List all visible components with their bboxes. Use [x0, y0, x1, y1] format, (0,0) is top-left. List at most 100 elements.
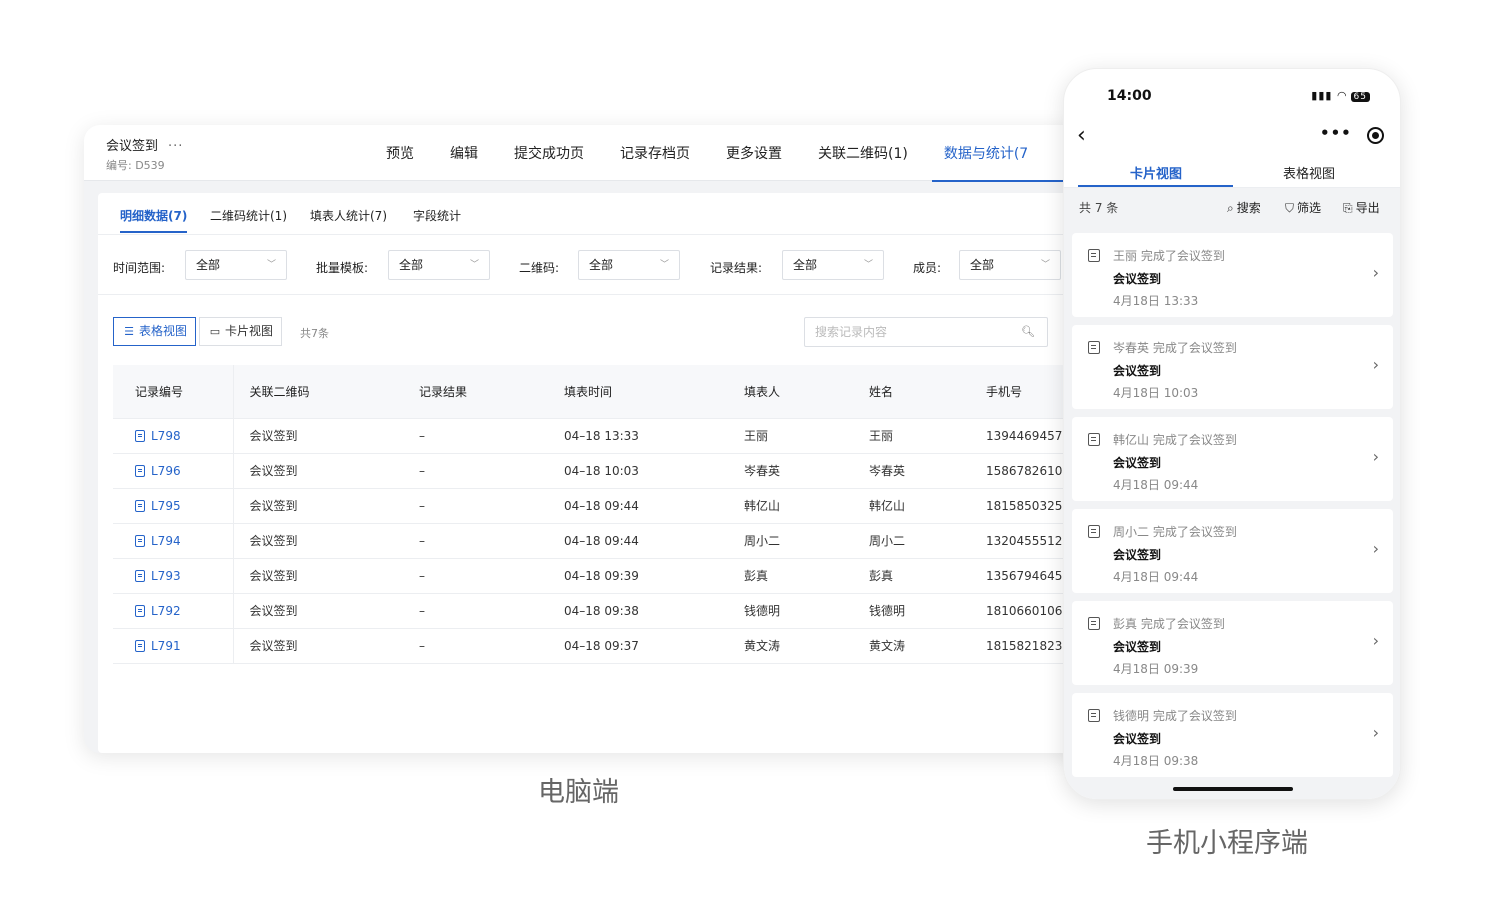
nav-preview[interactable]: 预览 [386, 125, 414, 181]
record-doc-icon [135, 639, 145, 652]
status-icons: ▮▮▮ ◠ 65 [1311, 89, 1370, 102]
search-input[interactable]: 搜索记录内容 🔍︎ [804, 317, 1048, 347]
filter-action[interactable]: ⛉ 筛选 [1285, 199, 1321, 216]
card-title: 岑春英 完成了会议签到 [1113, 341, 1237, 355]
subtab-filler-stats[interactable]: 填表人统计(7) [310, 207, 387, 224]
col-filler[interactable]: 填表人 [728, 365, 853, 419]
table-row[interactable]: L794 会议签到 – 04–18 09:44 周小二 周小二 13204555… [113, 523, 1070, 559]
cell-time: 04–18 09:44 [548, 488, 728, 524]
record-link[interactable]: L795 [113, 488, 234, 524]
cell-filler: 黄文涛 [728, 628, 853, 664]
card-title: 周小二 完成了会议签到 [1113, 525, 1237, 539]
col-linked-qrcode[interactable]: 关联二维码 [233, 365, 403, 419]
table-row[interactable]: L793 会议签到 – 04–18 09:39 彭真 彭真 1356794645… [113, 558, 1070, 594]
record-doc-icon [135, 429, 145, 442]
card-title: 钱德明 完成了会议签到 [1113, 709, 1237, 723]
cell-phone: 15867826100 [970, 453, 1070, 489]
search-action[interactable]: ⌕ 搜索 [1227, 199, 1261, 216]
record-link[interactable]: L791 [113, 628, 234, 664]
cell-result: – [403, 628, 548, 664]
filter-select-qrcode[interactable]: 全部 ﹀ [578, 250, 680, 280]
filter-select-template[interactable]: 全部 ﹀ [388, 250, 490, 280]
filter-select-result[interactable]: 全部 ﹀ [782, 250, 884, 280]
cell-time: 04–18 10:03 [548, 453, 728, 489]
record-link[interactable]: L793 [113, 558, 234, 594]
col-phone[interactable]: 手机号 [970, 365, 1070, 419]
nav-success-page[interactable]: 提交成功页 [514, 125, 584, 181]
form-code: 编号: D539 [106, 159, 165, 172]
chevron-right-icon: › [1372, 355, 1379, 374]
card-form: 会议签到 [1113, 272, 1162, 286]
table-header-row: 记录编号 关联二维码 记录结果 填表时间 填表人 姓名 手机号 [113, 365, 1070, 419]
card-date: 4月18日 10:03 [1113, 386, 1199, 400]
col-record-no[interactable]: 记录编号 [113, 365, 234, 419]
col-name[interactable]: 姓名 [853, 365, 970, 419]
cell-phone: 13944694572 [970, 418, 1070, 454]
cell-name: 韩亿山 [853, 488, 970, 524]
subtab-field-stats[interactable]: 字段统计 [413, 207, 461, 224]
more-icon[interactable]: ••• [1320, 124, 1352, 142]
card-date: 4月18日 09:38 [1113, 754, 1199, 768]
more-icon[interactable]: ··· [168, 139, 183, 154]
search-icon: ⌕ [1227, 201, 1234, 215]
phone-frame: 14:00 ▮▮▮ ◠ 65 ‹ ••• 卡片视图 表格视图 共 7 条 ⌕ 搜索 … [1063, 68, 1401, 800]
nav-edit[interactable]: 编辑 [450, 125, 478, 181]
data-panel: 明细数据(7) 二维码统计(1) 填表人统计(7) 字段统计 时间范围: 全部 ﹀… [98, 193, 1084, 753]
table-row[interactable]: L796 会议签到 – 04–18 10:03 岑春英 岑春英 15867826… [113, 453, 1070, 489]
card-view-button[interactable]: ▭ 卡片视图 [199, 317, 283, 346]
record-total: 共7条 [300, 327, 329, 340]
close-target-icon[interactable] [1367, 127, 1384, 144]
wifi-icon: ◠ [1336, 89, 1348, 102]
nav-data-stats[interactable]: 数据与统计(7 [931, 125, 1069, 182]
nav-more-settings[interactable]: 更多设置 [726, 125, 782, 181]
filter-label-template: 批量模板: [316, 261, 369, 275]
table-row[interactable]: L791 会议签到 – 04–18 09:37 黄文涛 黄文涛 18158218… [113, 628, 1070, 664]
record-card[interactable]: 王丽 完成了会议签到 会议签到 4月18日 13:33 › [1072, 233, 1393, 317]
cell-filler: 彭真 [728, 558, 853, 594]
table-row[interactable]: L798 会议签到 – 04–18 13:33 王丽 王丽 1394469457… [113, 418, 1070, 454]
chevron-right-icon: › [1372, 723, 1379, 742]
cell-result: – [403, 418, 548, 454]
cell-time: 04–18 09:38 [548, 593, 728, 629]
miniprogram-capsule: ••• [1314, 124, 1388, 150]
record-card[interactable]: 韩亿山 完成了会议签到 会议签到 4月18日 09:44 › [1072, 417, 1393, 501]
col-fill-time[interactable]: 填表时间 [548, 365, 728, 419]
status-time: 14:00 [1107, 88, 1152, 104]
nav-linked-qrcode[interactable]: 关联二维码(1) [818, 125, 908, 181]
cell-result: – [403, 558, 548, 594]
subtab-qrcode-stats[interactable]: 二维码统计(1) [210, 207, 287, 224]
tab-table-view[interactable]: 表格视图 [1283, 163, 1335, 182]
edit-doc-icon [1088, 341, 1100, 354]
record-card[interactable]: 周小二 完成了会议签到 会议签到 4月18日 09:44 › [1072, 509, 1393, 593]
desktop-header: 会议签到 ··· 编号: D539 预览 编辑 提交成功页 记录存档页 更多设置 … [84, 125, 1084, 182]
filter-select-time[interactable]: 全部 ﹀ [185, 250, 287, 280]
list-icon: ☰ [124, 325, 134, 338]
record-card[interactable]: 彭真 完成了会议签到 会议签到 4月18日 09:39 › [1072, 601, 1393, 685]
search-icon: 🔍︎ [1021, 325, 1035, 338]
edit-doc-icon [1088, 433, 1100, 446]
cell-time: 04–18 13:33 [548, 418, 728, 454]
cell-result: – [403, 453, 548, 489]
table-row[interactable]: L792 会议签到 – 04–18 09:38 钱德明 钱德明 18106601… [113, 593, 1070, 629]
record-link[interactable]: L792 [113, 593, 234, 629]
back-icon[interactable]: ‹ [1077, 123, 1086, 148]
col-record-result[interactable]: 记录结果 [403, 365, 548, 419]
cell-phone: 18106601068 [970, 593, 1070, 629]
tab-card-view[interactable]: 卡片视图 [1130, 163, 1182, 182]
filter-select-member[interactable]: 全部 ﹀ [959, 250, 1061, 280]
record-card[interactable]: 岑春英 完成了会议签到 会议签到 4月18日 10:03 › [1072, 325, 1393, 409]
table-row[interactable]: L795 会议签到 – 04–18 09:44 韩亿山 韩亿山 18158503… [113, 488, 1070, 524]
subtab-detail-data[interactable]: 明细数据(7) [120, 207, 188, 233]
record-link[interactable]: L794 [113, 523, 234, 559]
nav-archive-page[interactable]: 记录存档页 [620, 125, 690, 181]
record-link[interactable]: L796 [113, 453, 234, 489]
record-card[interactable]: 钱德明 完成了会议签到 会议签到 4月18日 09:38 › [1072, 693, 1393, 777]
chevron-down-icon: ﹀ [863, 260, 873, 270]
table-view-button[interactable]: ☰ 表格视图 [113, 317, 197, 346]
filter-label-result: 记录结果: [710, 261, 763, 275]
card-form: 会议签到 [1113, 640, 1162, 654]
export-action[interactable]: ⎘ 导出 [1343, 199, 1380, 216]
card-form: 会议签到 [1113, 732, 1162, 746]
record-link[interactable]: L798 [113, 418, 234, 454]
cell-qrcode: 会议签到 [233, 628, 403, 664]
